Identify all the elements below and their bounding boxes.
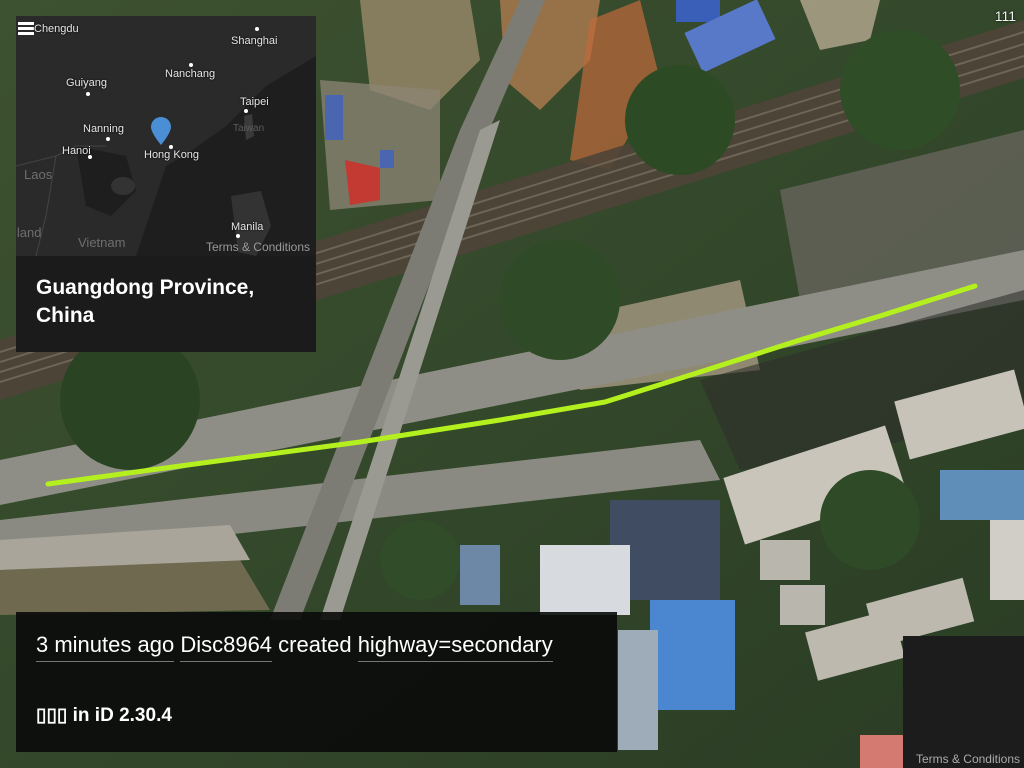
- overview-terms-link[interactable]: Terms & Conditions: [206, 240, 310, 254]
- edit-action-text: created: [278, 632, 352, 657]
- editor-info: ▯▯▯ in iD 2.30.4: [36, 705, 172, 726]
- map-viewport[interactable]: 111 Chengdu Shanghai Guiyang Nanchang Ta…: [0, 0, 1024, 768]
- edit-summary: 3 minutes ago Disc8964 created highway=s…: [36, 632, 553, 662]
- edit-counter: 111: [994, 8, 1016, 24]
- overview-panel: Chengdu Shanghai Guiyang Nanchang Taipei…: [16, 16, 316, 352]
- location-marker-icon: [151, 117, 171, 145]
- attribution-terms-link[interactable]: Terms & Conditions: [916, 752, 1020, 766]
- edit-info-panel: 3 minutes ago Disc8964 created highway=s…: [16, 612, 617, 752]
- edit-tag-link[interactable]: highway=secondary: [357, 632, 553, 662]
- edit-time-link[interactable]: 3 minutes ago: [36, 632, 175, 662]
- attribution-box: Terms & Conditions: [903, 636, 1024, 768]
- place-name: Guangdong Province, China: [36, 276, 255, 327]
- overview-map[interactable]: Chengdu Shanghai Guiyang Nanchang Taipei…: [16, 16, 316, 256]
- edit-user-link[interactable]: Disc8964: [180, 632, 273, 662]
